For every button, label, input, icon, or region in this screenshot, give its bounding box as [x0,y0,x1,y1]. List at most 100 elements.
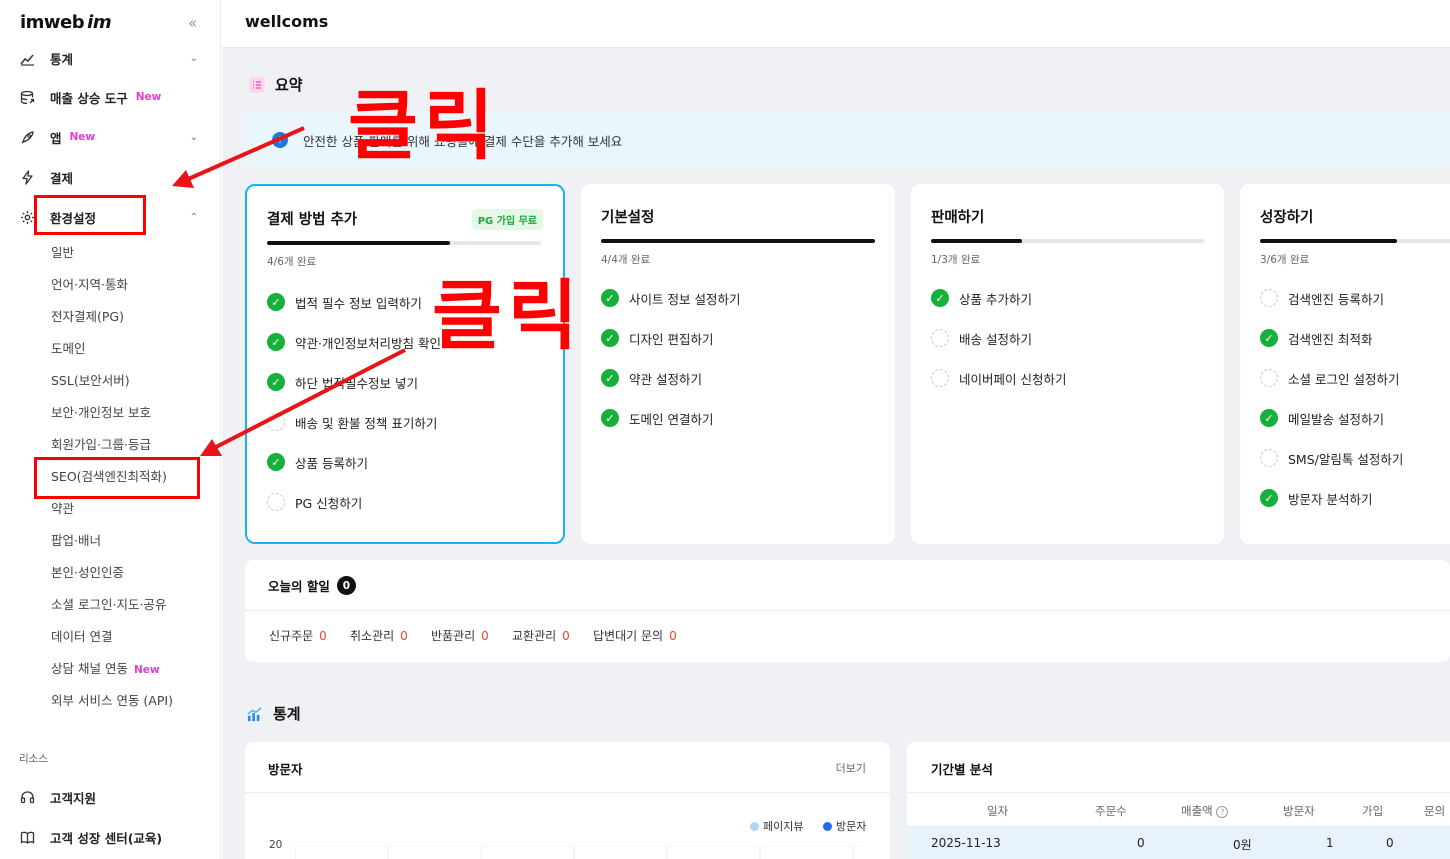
todo-returns[interactable]: 반품관리 0 [431,627,489,644]
col-visitors: 방문자 [1283,804,1315,818]
imweb-logo[interactable]: imweb im [20,12,112,33]
chevron-down-icon: ⌄ [189,52,198,64]
sidebar-item-payment[interactable]: 결제 [18,164,208,190]
legend-label: 페이지뷰 [763,820,804,833]
stats-title-text: 통계 [273,705,301,723]
task-shipping-settings[interactable]: 배송 설정하기 [931,328,1032,348]
sidebar-item-growth-center[interactable]: 고객 성장 센터(교육) [18,824,208,850]
task-add-product[interactable]: ✓ 상품 추가하기 [931,288,1032,308]
check-done-icon: ✓ [601,289,619,307]
submenu-security-privacy[interactable]: 보안·개인정보 보호 [51,403,151,423]
todo-value: 0 [562,629,570,643]
submenu-label: 상담 채널 연동 [51,661,128,676]
period-title: 기간별 분석 [931,762,993,777]
summary-title-text: 요약 [275,76,303,94]
task-footer-legal[interactable]: ✓ 하단 법적필수정보 넣기 [267,372,418,392]
task-shipping-refund[interactable]: 배송 및 환불 정책 표기하기 [267,412,437,432]
submenu-terms[interactable]: 약관 [51,499,74,519]
submenu-language-region-currency[interactable]: 언어·지역·통화 [51,275,128,295]
info-icon: ! [272,132,288,148]
click-annotation-2: 클릭 [432,271,584,360]
task-label: 배송 및 환불 정책 표기하기 [295,415,438,431]
check-done-icon: ✓ [601,409,619,427]
card-payment-method[interactable]: 결제 방법 추가 PG 가입 무료 4/6개 완료 ✓ 법적 필수 정보 입력하기… [245,184,565,544]
task-site-info[interactable]: ✓ 사이트 정보 설정하기 [601,288,740,308]
new-badge: New [133,664,160,676]
collapse-sidebar-icon[interactable]: « [188,14,197,32]
submenu-data-connection[interactable]: 데이터 연결 [51,627,112,647]
submenu-member-group-grade[interactable]: 회원가입·그룹·등급 [51,435,151,455]
sidebar-item-label: 고객 성장 센터(교육) [50,830,163,846]
todo-exchanges[interactable]: 교환관리 0 [512,627,570,644]
todo-value: 0 [319,629,327,643]
submenu-pg[interactable]: 전자결제(PG) [51,307,124,327]
todo-new-orders[interactable]: 신규주문 0 [269,627,327,644]
sidebar-item-customer-support[interactable]: 고객지원 [18,784,208,810]
card-selling[interactable]: 판매하기 1/3개 완료 ✓ 상품 추가하기 배송 설정하기 네이버페이 신청하기 [911,184,1224,544]
submenu-social-login-map-share[interactable]: 소셜 로그인·지도·공유 [51,595,166,615]
todo-title: 오늘의 할일 0 [268,576,356,595]
check-done-icon: ✓ [267,293,285,311]
check-done-icon: ✓ [1260,409,1278,427]
task-mail-settings[interactable]: ✓ 메일발송 설정하기 [1260,408,1384,428]
legend-swatch [823,821,832,831]
col-revenue: 매출액 ? [1181,803,1229,819]
task-product-register[interactable]: ✓ 상품 등록하기 [267,452,368,472]
today-todo-card: 오늘의 할일 0 신규주문 0 취소관리 0 반품관리 0 교환관리 0 답변대기 문의… [245,560,1450,662]
task-pg-apply[interactable]: PG 신청하기 [267,492,362,512]
more-link[interactable]: 더보기 [836,760,866,776]
task-design-edit[interactable]: ✓ 디자인 편집하기 [601,328,713,348]
legend-visitors: 방문자 [823,818,866,834]
progress-bar [1260,239,1450,243]
card-title: 결제 방법 추가 [267,212,358,228]
task-label: 약관·개인정보처리방침 확인 [295,335,441,351]
task-label: 디자인 편집하기 [629,331,714,347]
help-icon[interactable]: ? [1216,806,1229,818]
todo-cancellations[interactable]: 취소관리 0 [350,627,408,644]
sidebar-item-app[interactable]: 앱 New ⌄ [18,124,208,150]
task-naverpay[interactable]: 네이버페이 신청하기 [931,368,1066,388]
todo-pending-inquiries[interactable]: 답변대기 문의 0 [593,627,677,644]
task-label: 검색엔진 등록하기 [1288,291,1384,307]
task-label: 법적 필수 정보 입력하기 [295,295,422,311]
task-terms-settings[interactable]: ✓ 약관 설정하기 [601,368,702,388]
logo-text: imweb [20,12,85,33]
task-label: 도메인 연결하기 [629,411,714,427]
task-label: 검색엔진 최적화 [1288,331,1373,347]
todo-label: 교환관리 [512,629,557,643]
card-growth[interactable]: 성장하기 3/6개 완료 검색엔진 등록하기 ✓ 검색엔진 최적화 소셜 로그인 … [1240,184,1450,544]
task-domain-connect[interactable]: ✓ 도메인 연결하기 [601,408,713,428]
check-pending-icon [267,493,285,511]
submenu-ssl[interactable]: SSL(보안서버) [51,371,130,391]
submenu-identity-verification[interactable]: 본인·성인인증 [51,563,124,583]
task-terms-privacy[interactable]: ✓ 약관·개인정보처리방침 확인 [267,332,441,352]
cell-orders: 0 [1137,836,1145,850]
submenu-consult-channel[interactable]: 상담 채널 연동 New [51,659,160,679]
task-label: 상품 등록하기 [295,455,368,471]
task-visitor-analysis[interactable]: ✓ 방문자 분석하기 [1260,488,1372,508]
sidebar-item-sales-tools[interactable]: 매출 상승 도구 New [18,84,208,110]
sidebar-item-label: 고객지원 [50,790,97,806]
todo-label: 반품관리 [431,629,476,643]
rocket-icon [18,128,36,146]
task-search-optimize[interactable]: ✓ 검색엔진 최적화 [1260,328,1372,348]
col-inquiries: 문의 [1424,804,1446,818]
submenu-domain[interactable]: 도메인 [51,339,86,359]
progress-fill [601,239,875,243]
cell-visitors: 1 [1326,836,1334,850]
card-basic-settings[interactable]: 기본설정 4/4개 완료 ✓ 사이트 정보 설정하기 ✓ 디자인 편집하기 ✓ 약관 … [581,184,895,544]
table-row[interactable]: 2025-11-13 0 0원 1 0 [907,827,1450,859]
submenu-external-api[interactable]: 외부 서비스 연동 (API) [51,691,173,711]
headset-icon [18,788,36,806]
task-legal-info[interactable]: ✓ 법적 필수 정보 입력하기 [267,292,422,312]
task-sms-settings[interactable]: SMS/알림톡 설정하기 [1260,448,1403,468]
todo-title-text: 오늘의 할일 [268,579,330,594]
task-search-register[interactable]: 검색엔진 등록하기 [1260,288,1384,308]
task-social-login[interactable]: 소셜 로그인 설정하기 [1260,368,1399,388]
todo-value: 0 [400,629,408,643]
submenu-popup-banner[interactable]: 팝업·배너 [51,531,101,551]
submenu-general[interactable]: 일반 [51,243,74,263]
todo-count-badge: 0 [336,576,356,595]
sidebar-item-stats[interactable]: 통계 ⌄ [18,45,208,71]
check-pending-icon [267,413,285,431]
